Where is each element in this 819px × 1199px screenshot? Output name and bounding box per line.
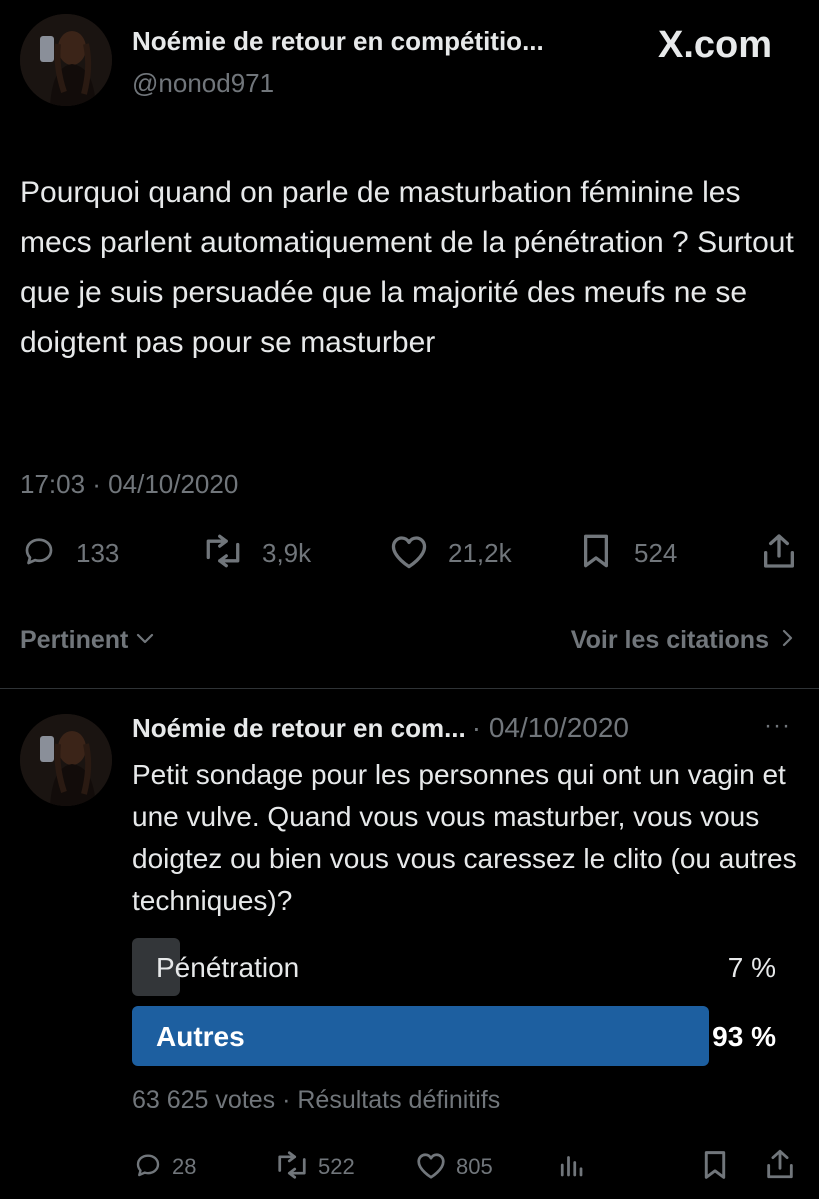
reply-like-button[interactable]: 805: [414, 1150, 493, 1184]
reply-retweet-button[interactable]: 522: [272, 1150, 355, 1184]
main-author-avatar[interactable]: [20, 14, 112, 106]
poll-summary: 63 625 votes · Résultats définitifs: [132, 1086, 501, 1114]
share-icon: [760, 531, 798, 576]
share-button[interactable]: [760, 533, 798, 573]
reply-date[interactable]: · 04/10/2020: [472, 712, 629, 744]
main-tweet-text: Pourquoi quand on parle de masturbation …: [20, 176, 794, 359]
reply-count: 133: [76, 537, 120, 568]
like-count: 21,2k: [448, 537, 512, 568]
sort-label: Pertinent: [20, 625, 129, 654]
poll-option-percent: 7 %: [727, 952, 776, 983]
reply-author-name[interactable]: Noémie de retour en com...: [132, 713, 466, 744]
reply-header: Noémie de retour en com... · 04/10/2020: [132, 712, 629, 744]
section-divider: [0, 688, 819, 689]
poll-option-label: Autres: [156, 1021, 245, 1052]
like-button[interactable]: 21,2k: [388, 533, 512, 573]
reply-icon: [20, 533, 58, 574]
main-author-handle[interactable]: @nonod971: [132, 68, 274, 99]
analytics-icon: [556, 1150, 586, 1185]
view-quotes-link[interactable]: Voir les citations: [571, 622, 795, 658]
bookmark-icon: [578, 532, 614, 575]
heart-icon: [388, 532, 430, 575]
bookmark-icon: [700, 1149, 730, 1186]
chevron-right-icon: [781, 627, 795, 654]
main-author-name[interactable]: Noémie de retour en compétitio...: [132, 26, 544, 57]
sort-dropdown[interactable]: Pertinent: [20, 622, 156, 658]
poll-option-1: Pénétration 7 %: [132, 938, 778, 996]
reply-text: Petit sondage pour les personnes qui ont…: [132, 759, 797, 916]
retweet-button[interactable]: 3,9k: [200, 533, 311, 573]
view-quotes-label: Voir les citations: [570, 625, 769, 654]
reply-bookmark-button[interactable]: [700, 1150, 730, 1184]
reply-like-count: 805: [456, 1154, 493, 1179]
reply-reply-count: 28: [172, 1154, 197, 1179]
main-tweet-timestamp[interactable]: 17:03 · 04/10/2020: [20, 469, 238, 500]
reply-reply-button[interactable]: 28: [132, 1150, 196, 1184]
bookmark-button[interactable]: 524: [578, 533, 677, 573]
chevron-down-icon: [134, 629, 156, 652]
reply-icon: [132, 1150, 164, 1185]
analytics-button[interactable]: [556, 1150, 586, 1184]
source-label: X.com: [658, 24, 773, 66]
heart-icon: [414, 1150, 448, 1185]
bookmark-count: 524: [634, 537, 678, 568]
poll-option-percent: 93 %: [712, 1021, 776, 1052]
poll-option-label: Pénétration: [156, 952, 300, 983]
share-icon: [764, 1147, 796, 1186]
poll-option-2: Autres 93 %: [132, 1006, 778, 1066]
retweet-icon: [272, 1150, 312, 1185]
retweet-icon: [200, 533, 246, 574]
reply-share-button[interactable]: [764, 1148, 796, 1184]
more-options-icon[interactable]: ···: [764, 712, 791, 740]
reply-button[interactable]: 133: [20, 533, 119, 573]
reply-author-avatar[interactable]: [20, 714, 112, 806]
reply-retweet-count: 522: [318, 1154, 355, 1179]
retweet-count: 3,9k: [262, 537, 312, 568]
